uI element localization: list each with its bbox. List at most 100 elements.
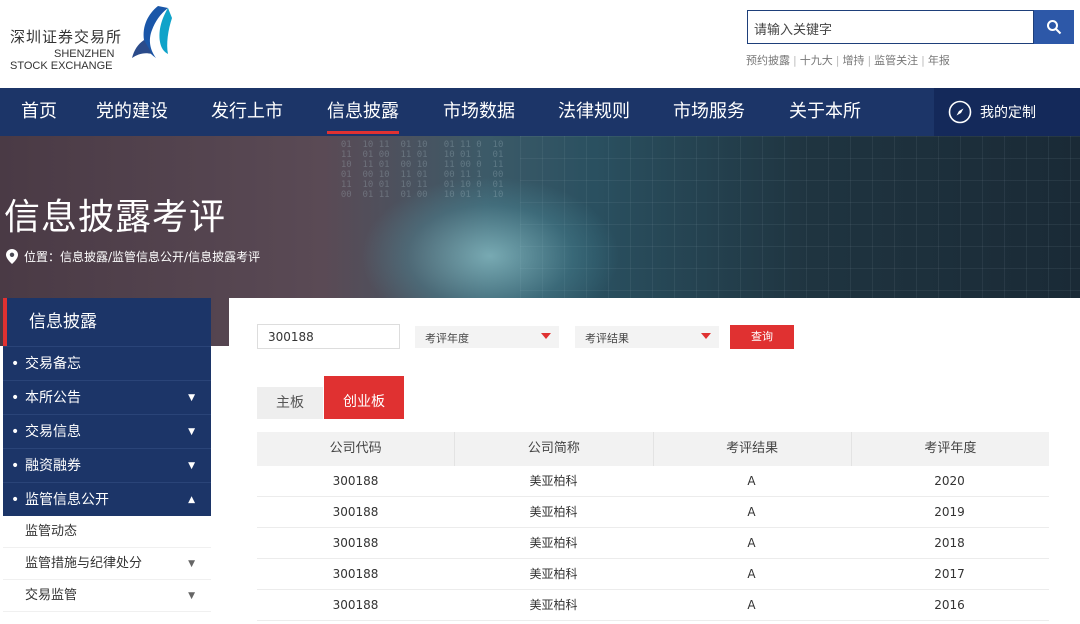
sidebar-item-label: 交易信息 [25, 424, 81, 440]
cell-company-code: 300188 [257, 528, 455, 558]
compass-icon [948, 100, 972, 124]
sidebar-title: 信息披露 [3, 298, 211, 346]
caret-down-icon [541, 333, 551, 339]
search-input[interactable]: 请输入关键字 [747, 10, 1034, 44]
logo-chinese-name: 深圳证券交易所 [10, 28, 123, 46]
cell-company-code: 300188 [257, 590, 455, 620]
sidebar-item-label: 本所公告 [25, 390, 81, 406]
sidebar: 信息披露 • 交易备忘 • 本所公告 ▼ • 交易信息 ▼ • 融资融券 ▼ •… [3, 298, 211, 624]
quick-link[interactable]: 增持 [842, 54, 864, 67]
cell-company-name: 美亚柏科 [455, 466, 653, 496]
chevron-up-icon: ▲ [188, 495, 195, 505]
szse-emblem-icon [132, 6, 172, 58]
sidebar-subitem-label: 监管措施与纪律处分 [25, 556, 143, 571]
chevron-down-icon: ▼ [188, 427, 195, 437]
column-header: 考评年度 [924, 441, 977, 456]
nav-rules[interactable]: 法律规则 [558, 88, 630, 136]
cell-company-name: 美亚柏科 [455, 559, 653, 589]
bullet-icon: • [11, 492, 20, 508]
nav-home[interactable]: 首页 [21, 88, 57, 136]
sidebar-subitem-trading-supervision[interactable]: 交易监管 ▼ [3, 580, 211, 612]
query-button[interactable]: 查询 [730, 325, 794, 349]
search-icon [1047, 20, 1062, 35]
sidebar-item-label: 监管信息公开 [25, 492, 109, 508]
cell-year: 2019 [851, 497, 1049, 527]
tab-main-board[interactable]: 主板 [257, 387, 323, 419]
cell-year: 2018 [851, 528, 1049, 558]
banner-digits-decoration: 01 10 11 01 10 01 11 0 10 11 01 00 11 01… [340, 140, 504, 200]
year-select[interactable]: 考评年度 [415, 326, 559, 348]
sidebar-subitem-regulatory-news[interactable]: 监管动态 [3, 516, 211, 548]
cell-result: A [653, 497, 851, 527]
cell-result: A [653, 466, 851, 496]
sidebar-item-exchange-announcements[interactable]: • 本所公告 ▼ [3, 380, 211, 414]
location-pin-icon [6, 249, 18, 264]
quick-link[interactable]: 十九大 [800, 54, 833, 67]
sidebar-item-label: 交易备忘 [25, 356, 81, 372]
cell-company-code: 300188 [257, 466, 455, 496]
nav-market-services[interactable]: 市场服务 [673, 88, 745, 136]
bullet-icon: • [11, 458, 20, 474]
cell-result: A [653, 528, 851, 558]
chevron-down-icon: ▼ [188, 393, 195, 403]
chevron-down-icon: ▼ [188, 591, 195, 601]
breadcrumb-text[interactable]: 位置：信息披露/监管信息公开/信息披露考评 [24, 248, 260, 265]
column-header: 公司简称 [455, 432, 654, 466]
nav-party-building[interactable]: 党的建设 [96, 88, 168, 136]
table-row: 300188 美亚柏科 A 2020 [257, 466, 1049, 497]
quick-links: 预约披露 | 十九大 | 增持 | 监管关注 | 年报 [746, 54, 950, 67]
cell-company-code: 300188 [257, 497, 455, 527]
chevron-down-icon: ▼ [188, 461, 195, 471]
quick-link[interactable]: 年报 [928, 54, 950, 67]
sidebar-item-label: 融资融券 [25, 458, 81, 474]
sidebar-subitem-label: 交易监管 [25, 588, 78, 603]
cell-company-name: 美亚柏科 [455, 497, 653, 527]
search-button[interactable] [1034, 10, 1074, 44]
quick-link[interactable]: 预约披露 [746, 54, 790, 67]
bullet-icon: • [11, 356, 20, 372]
main-nav: 首页 党的建设 发行上市 信息披露 市场数据 法律规则 市场服务 关于本所 我的… [0, 88, 1080, 136]
tab-chinext[interactable]: 创业板 [324, 376, 404, 419]
page-title: 信息披露考评 [4, 197, 227, 238]
my-custom-button[interactable]: 我的定制 [934, 88, 1080, 136]
sidebar-item-margin-trading[interactable]: • 融资融券 ▼ [3, 448, 211, 482]
szse-logo[interactable]: 深圳证券交易所 SHENZHEN STOCK EXCHANGE [10, 4, 180, 74]
table-header-row: 公司代码 公司简称 考评结果 考评年度 [257, 432, 1049, 466]
nav-listing[interactable]: 发行上市 [211, 88, 283, 136]
cell-year: 2017 [851, 559, 1049, 589]
company-code-input[interactable]: 300188 [257, 324, 400, 349]
result-select[interactable]: 考评结果 [575, 326, 719, 348]
table-row: 300188 美亚柏科 A 2018 [257, 528, 1049, 559]
content-panel: 300188 考评年度 考评结果 查询 主板 创业板 公司代码 公司简称 考评结… [229, 298, 1080, 624]
my-custom-label: 我的定制 [980, 105, 1036, 121]
sidebar-subitem-label: 监管动态 [25, 524, 78, 539]
year-select-label: 考评年度 [425, 332, 469, 345]
cell-company-name: 美亚柏科 [455, 528, 653, 558]
chevron-down-icon: ▼ [188, 559, 195, 569]
column-header: 考评结果 [654, 432, 852, 466]
result-select-label: 考评结果 [585, 332, 629, 345]
table-row: 300188 美亚柏科 A 2017 [257, 559, 1049, 590]
cell-year: 2020 [851, 466, 1049, 496]
quick-link[interactable]: 监管关注 [874, 54, 918, 67]
cell-result: A [653, 559, 851, 589]
table-row: 300188 美亚柏科 A 2016 [257, 590, 1049, 621]
cell-year: 2016 [851, 590, 1049, 620]
bullet-icon: • [11, 424, 20, 440]
cell-result: A [653, 590, 851, 620]
bullet-icon: • [11, 390, 20, 406]
cell-company-name: 美亚柏科 [455, 590, 653, 620]
cell-company-code: 300188 [257, 559, 455, 589]
nav-market-data[interactable]: 市场数据 [443, 88, 515, 136]
sidebar-subitem-disciplinary-actions[interactable]: 监管措施与纪律处分 ▼ [3, 548, 211, 580]
table-row: 300188 美亚柏科 A 2019 [257, 497, 1049, 528]
caret-down-icon [701, 333, 711, 339]
nav-disclosure[interactable]: 信息披露 [327, 88, 399, 136]
sidebar-item-trading-info[interactable]: • 交易信息 ▼ [3, 414, 211, 448]
nav-about[interactable]: 关于本所 [789, 88, 861, 136]
evaluation-table: 公司代码 公司简称 考评结果 考评年度 300188 美亚柏科 A 2020 3… [257, 432, 1049, 621]
column-header: 公司代码 [257, 432, 456, 466]
sidebar-item-trading-memo[interactable]: • 交易备忘 [3, 346, 211, 380]
logo-english-line2: STOCK EXCHANGE [10, 60, 113, 72]
sidebar-item-regulatory-info[interactable]: • 监管信息公开 ▲ [3, 482, 211, 516]
